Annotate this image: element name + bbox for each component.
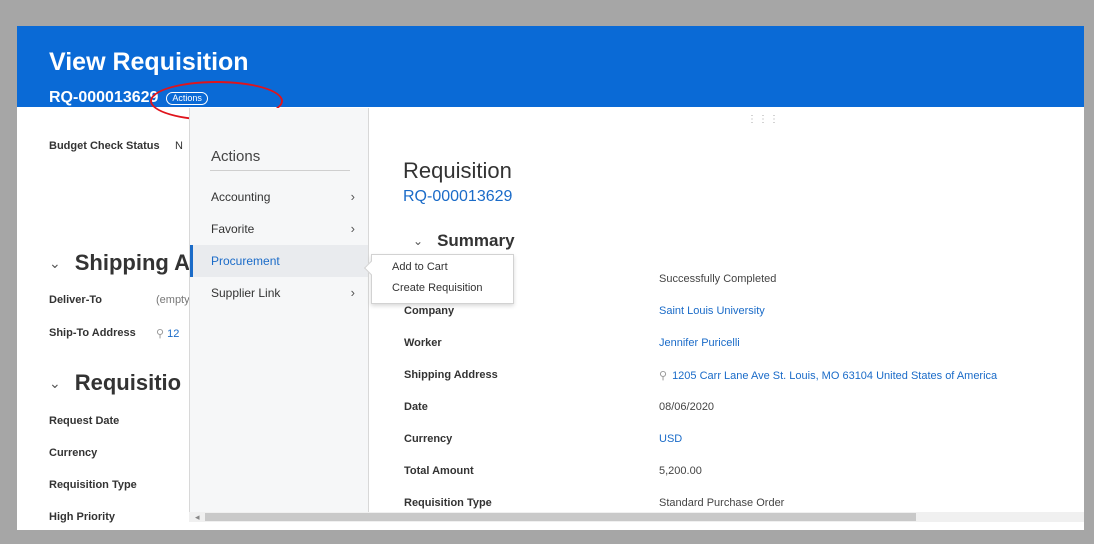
total-amount-value: 5,200.00 xyxy=(659,465,702,477)
submenu-item-add-to-cart[interactable]: Add to Cart xyxy=(392,261,448,273)
shipping-address-link[interactable]: ⚲ 1205 Carr Lane Ave St. Louis, MO 63104 … xyxy=(659,369,997,382)
budget-check-value: N xyxy=(175,140,183,152)
shipping-heading-label: Shipping A xyxy=(74,250,191,275)
field-label: Request Date xyxy=(49,415,120,427)
summary-section-heading[interactable]: ⌄ Summary xyxy=(413,231,515,251)
ship-to-label: Ship-To Address xyxy=(49,327,136,339)
chevron-right-icon: › xyxy=(350,189,355,204)
page-title: View Requisition xyxy=(49,48,249,76)
menu-item-favorite[interactable]: Favorite › xyxy=(190,213,368,245)
scrollbar-thumb[interactable] xyxy=(205,513,916,521)
menu-item-label: Supplier Link xyxy=(211,286,281,300)
content-requisition-id[interactable]: RQ-000013629 xyxy=(403,188,512,206)
field-label: High Priority xyxy=(49,511,116,523)
procurement-submenu: Add to Cart Create Requisition xyxy=(363,254,514,304)
submenu-item-create-requisition[interactable]: Create Requisition xyxy=(392,282,483,294)
ship-to-value[interactable]: ⚲ 12 xyxy=(156,327,179,340)
ship-to-text: 12 xyxy=(167,328,180,340)
chevron-down-icon: ⌄ xyxy=(49,374,61,391)
requisition-id: RQ-000013629 xyxy=(49,89,159,106)
row-label: Company xyxy=(404,305,455,317)
chevron-right-icon: › xyxy=(350,221,355,236)
row-label: Currency xyxy=(404,433,453,445)
deliver-to-label: Deliver-To xyxy=(49,294,102,306)
requisition-detail-panel: ⋮⋮⋮ Requisition RQ-000013629 ⌄ Summary S… xyxy=(369,108,1084,512)
actions-menu-title: Actions xyxy=(211,148,261,165)
chevron-right-icon: › xyxy=(350,285,355,300)
row-label: Requisition Type xyxy=(404,497,492,509)
row-label: Total Amount xyxy=(404,465,474,477)
content-title: Requisition xyxy=(403,158,512,183)
menu-item-label: Accounting xyxy=(211,190,271,204)
menu-divider xyxy=(210,170,350,171)
summary-heading-label: Summary xyxy=(437,231,515,250)
field-label: Requisition Type xyxy=(49,479,137,491)
budget-check-label: Budget Check Status xyxy=(49,140,160,152)
location-pin-icon: ⚲ xyxy=(156,328,165,340)
app-frame: View Requisition RQ-000013629 Actions Bu… xyxy=(17,26,1084,530)
menu-item-supplier-link[interactable]: Supplier Link › xyxy=(190,277,368,309)
worker-link[interactable]: Jennifer Puricelli xyxy=(659,337,740,349)
location-pin-icon: ⚲ xyxy=(659,370,668,382)
actions-menu-panel: Actions Accounting › Favorite › Procurem… xyxy=(189,108,369,520)
field-label: Currency xyxy=(49,447,98,459)
requisition-type-value: Standard Purchase Order xyxy=(659,497,785,509)
menu-item-accounting[interactable]: Accounting › xyxy=(190,181,368,213)
status-value: Successfully Completed xyxy=(659,273,777,285)
menu-item-label: Procurement xyxy=(211,254,280,268)
scroll-left-icon[interactable]: ◂ xyxy=(195,512,200,522)
drag-grip-icon[interactable]: ⋮⋮⋮ xyxy=(747,114,780,125)
requisition-heading-label: Requisitio xyxy=(74,370,182,395)
row-label: Shipping Address xyxy=(404,369,498,381)
currency-link[interactable]: USD xyxy=(659,433,682,445)
row-label: Worker xyxy=(404,337,442,349)
horizontal-scrollbar[interactable]: ◂ xyxy=(189,512,1084,522)
date-value: 08/06/2020 xyxy=(659,401,715,413)
menu-item-label: Favorite xyxy=(211,222,255,236)
chevron-down-icon: ⌄ xyxy=(413,234,424,248)
row-label: Date xyxy=(404,401,428,413)
menu-item-procurement[interactable]: Procurement xyxy=(190,245,368,277)
page-header: View Requisition RQ-000013629 Actions xyxy=(17,26,1084,121)
company-link[interactable]: Saint Louis University xyxy=(659,305,765,317)
chevron-down-icon: ⌄ xyxy=(49,254,61,271)
shipping-address-text: 1205 Carr Lane Ave St. Louis, MO 63104 U… xyxy=(672,370,998,382)
shipping-section-heading[interactable]: ⌄ Shipping A xyxy=(49,250,190,276)
deliver-to-value: (empty xyxy=(156,294,190,306)
requisition-section-heading[interactable]: ⌄ Requisitio xyxy=(49,370,181,396)
